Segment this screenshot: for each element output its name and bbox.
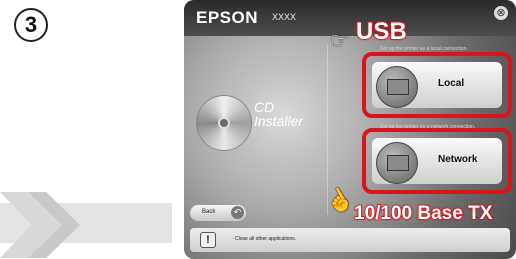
cd-title-line1: CD	[254, 99, 275, 115]
title-bar: EPSON XXXX ⊗	[184, 0, 516, 36]
back-arrow-icon: ↶	[231, 206, 244, 219]
message-bar: ! · Close all other applications.	[190, 228, 510, 252]
divider	[327, 45, 328, 215]
network-highlight-box: Network	[362, 128, 512, 194]
step-number-badge: 3	[14, 8, 48, 42]
printer-local-icon	[376, 66, 418, 108]
cd-disc-icon	[196, 95, 252, 151]
close-icon[interactable]: ⊗	[494, 6, 508, 20]
printer-network-icon	[376, 142, 418, 184]
message-text: · Close all other applications.	[232, 236, 297, 242]
cd-title-line2: Installer	[254, 113, 304, 129]
cd-installer-title: CD Installer	[254, 100, 303, 128]
model-name: XXXX	[272, 12, 297, 22]
network-option-button[interactable]: Network	[372, 138, 502, 184]
local-option-button[interactable]: Local	[372, 62, 502, 108]
local-option-label: Local	[438, 78, 465, 89]
network-option-label: Network	[438, 154, 478, 165]
pointing-hand-icon-usb: ☞	[330, 28, 350, 53]
network-callout: 10/100 Base TX	[353, 202, 493, 225]
usb-callout: USB	[355, 17, 407, 46]
info-icon: !	[200, 232, 216, 248]
back-label: Back	[202, 209, 216, 215]
epson-logo: EPSON	[196, 8, 259, 27]
local-highlight-box: Local	[362, 52, 512, 118]
back-button[interactable]: Back ↶	[190, 205, 246, 221]
step-number: 3	[24, 12, 38, 37]
